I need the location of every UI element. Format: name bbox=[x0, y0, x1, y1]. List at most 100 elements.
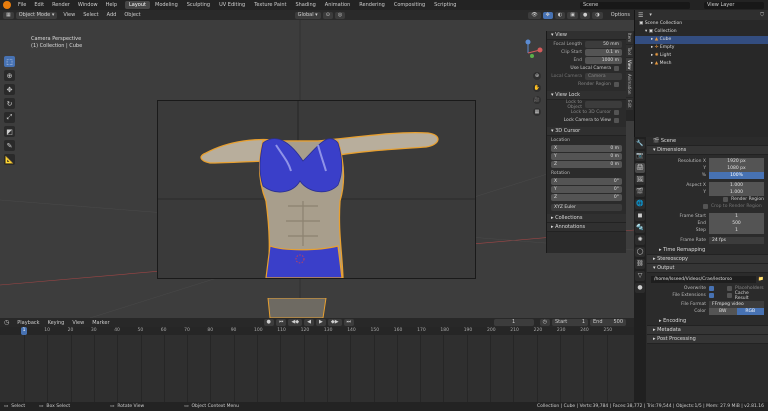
start-frame-field[interactable]: Start 1 bbox=[552, 319, 588, 326]
annotate-icon[interactable]: ✎ bbox=[4, 140, 15, 151]
outliner-cube[interactable]: ▸ ▲ Cube bbox=[635, 36, 768, 44]
file-format-field[interactable]: File Format FFmpeg video bbox=[651, 301, 764, 308]
rotation-mode-select[interactable]: XYZ Euler bbox=[551, 204, 622, 211]
time-remap-header[interactable]: ▸ Time Remapping bbox=[647, 246, 768, 255]
resolution-y-field[interactable]: Y 1080 px bbox=[651, 165, 764, 172]
clip-start-field[interactable]: Clip Start 0.1 m bbox=[551, 49, 622, 56]
collections-header[interactable]: ▸ Collections bbox=[547, 214, 626, 223]
cache-result-checkbox[interactable] bbox=[726, 293, 732, 298]
clip-end-field[interactable]: End 1000 m bbox=[551, 57, 622, 64]
clip-end-value[interactable]: 1000 m bbox=[585, 57, 622, 64]
color-rgb-button[interactable]: RGB bbox=[736, 308, 764, 315]
outliner-collection[interactable]: ▾ ▣ Collection bbox=[635, 28, 768, 36]
cursor-icon[interactable]: ⊕ bbox=[4, 70, 15, 81]
focal-length-field[interactable]: Focal Length 50 mm bbox=[551, 41, 622, 48]
crop-region-prop[interactable]: Crop to Render Region bbox=[651, 203, 764, 210]
res-pct-value[interactable]: 100% bbox=[709, 172, 764, 179]
folder-icon[interactable]: 📁 bbox=[758, 277, 764, 282]
menu-object[interactable]: Object bbox=[124, 12, 140, 18]
xray-icon[interactable]: ▣ bbox=[567, 11, 578, 19]
cursor-rot-z[interactable]: Z 0° bbox=[551, 194, 622, 201]
placeholders-checkbox[interactable] bbox=[727, 286, 732, 291]
file-format-value[interactable]: FFmpeg video bbox=[709, 301, 764, 308]
next-key-icon[interactable]: ◆▶ bbox=[327, 319, 342, 326]
tab-scripting[interactable]: Scripting bbox=[430, 1, 460, 9]
scene-tab-icon[interactable]: 🎬 bbox=[635, 187, 645, 197]
rotation-mode-value[interactable]: XYZ Euler bbox=[551, 204, 622, 211]
lock-to-object-field[interactable]: Lock to Object bbox=[551, 100, 622, 110]
scale-icon[interactable]: ⤢ bbox=[4, 112, 15, 123]
tab-shading[interactable]: Shading bbox=[291, 1, 319, 9]
filter-icon[interactable]: ⛉ bbox=[760, 12, 764, 18]
playhead[interactable]: 1 bbox=[21, 327, 27, 335]
torso-model[interactable] bbox=[158, 101, 475, 279]
cursor-rot-y[interactable]: Y 0° bbox=[551, 186, 622, 193]
current-frame-field[interactable]: 1 bbox=[493, 319, 534, 326]
view-layer-selector[interactable]: View Layer bbox=[704, 1, 764, 9]
annotations-header[interactable]: ▸ Annotations bbox=[547, 223, 626, 232]
tab-edit[interactable]: Edit bbox=[626, 97, 633, 110]
select-box-icon[interactable]: ⬚ bbox=[4, 56, 15, 67]
aspect-y-value[interactable]: 1.000 bbox=[709, 189, 764, 196]
play-reverse-icon[interactable]: ◀ bbox=[304, 319, 314, 326]
scene-selector[interactable]: Scene bbox=[580, 1, 690, 9]
metadata-header[interactable]: ▸ Metadata bbox=[647, 326, 768, 335]
frame-end-value[interactable]: 500 bbox=[709, 220, 764, 227]
pan-icon[interactable]: ✋ bbox=[533, 84, 541, 92]
transform-orientation[interactable]: Global ▾ bbox=[294, 11, 321, 19]
post-processing-header[interactable]: ▸ Post Processing bbox=[647, 335, 768, 344]
outliner-mesh[interactable]: ▸ ▲ Mesh bbox=[635, 60, 768, 68]
world-tab-icon[interactable]: 🌐 bbox=[635, 199, 645, 209]
output-path-field[interactable]: /home/lsseed/Videos/Crae/lestorso 📁 bbox=[651, 276, 764, 283]
frame-start-value[interactable]: 1 bbox=[709, 213, 764, 220]
menu-edit[interactable]: Edit bbox=[34, 2, 44, 8]
frame-rate-value[interactable]: 24 fps bbox=[709, 237, 764, 244]
tab-compositing[interactable]: Compositing bbox=[390, 1, 429, 9]
encoding-header[interactable]: ▸ Encoding bbox=[647, 317, 768, 326]
local-camera-value[interactable]: Camera bbox=[585, 73, 622, 80]
end-frame-field[interactable]: End 500 bbox=[590, 319, 626, 326]
lock-3d-cursor-checkbox[interactable] bbox=[614, 110, 619, 115]
menu-playback[interactable]: Playback bbox=[17, 320, 39, 326]
tab-rendering[interactable]: Rendering bbox=[355, 1, 389, 9]
menu-keying[interactable]: Keying bbox=[48, 320, 65, 326]
constraint-tab-icon[interactable]: ⛓ bbox=[635, 259, 645, 269]
res-y-value[interactable]: 1080 px bbox=[709, 165, 764, 172]
visibility-icon[interactable]: 👁 bbox=[528, 11, 541, 19]
render-region-prop-checkbox[interactable] bbox=[723, 197, 729, 202]
view-layer-tab-icon[interactable]: 🖼 bbox=[635, 175, 645, 185]
tab-texture-paint[interactable]: Texture Paint bbox=[250, 1, 290, 9]
shading-material-icon[interactable]: ◑ bbox=[592, 11, 603, 19]
modifier-tab-icon[interactable]: 🔩 bbox=[635, 223, 645, 233]
outliner-empty[interactable]: ▸ ✛ Empty bbox=[635, 44, 768, 52]
menu-file[interactable]: File bbox=[18, 2, 26, 8]
menu-add[interactable]: Add bbox=[107, 12, 117, 18]
aspect-y-field[interactable]: Y 1.000 bbox=[651, 189, 764, 196]
editor-type-icon[interactable]: ▦ bbox=[3, 11, 14, 19]
object-tab-icon[interactable]: ◼ bbox=[635, 211, 645, 221]
timeline-area[interactable]: 0102030405060708090100110120130140150160… bbox=[0, 327, 634, 402]
lock-camera-checkbox[interactable] bbox=[614, 118, 619, 123]
lock-to-object-value[interactable] bbox=[585, 101, 622, 108]
overwrite-checkbox[interactable] bbox=[709, 286, 714, 291]
focal-length-value[interactable]: 50 mm bbox=[585, 41, 622, 48]
navigation-gizmo[interactable] bbox=[516, 38, 546, 68]
lock-camera-to-view[interactable]: Lock Camera to View bbox=[551, 117, 622, 124]
use-local-camera-checkbox[interactable] bbox=[614, 66, 619, 71]
tab-animation-side[interactable]: Animation bbox=[626, 72, 633, 97]
overlay-icon[interactable]: ◐ bbox=[554, 11, 566, 19]
menu-view[interactable]: View bbox=[63, 12, 75, 18]
jump-start-icon[interactable]: ⏮ bbox=[275, 319, 287, 326]
frame-step-value[interactable]: 1 bbox=[709, 227, 764, 234]
rotate-icon[interactable]: ↻ bbox=[4, 98, 15, 109]
tab-tool[interactable]: Tool bbox=[626, 45, 633, 57]
3d-cursor-header[interactable]: ▾ 3D Cursor bbox=[547, 127, 626, 136]
render-region-prop[interactable]: Render Region bbox=[651, 196, 764, 203]
play-icon[interactable]: ▶ bbox=[315, 319, 326, 326]
tab-sculpting[interactable]: Sculpting bbox=[183, 1, 214, 9]
measure-icon[interactable]: 📐 bbox=[4, 154, 15, 165]
output-header[interactable]: ▾ Output bbox=[647, 264, 768, 273]
snap-icon[interactable]: ⊙ bbox=[322, 11, 333, 19]
dimensions-header[interactable]: ▾ Dimensions bbox=[647, 146, 768, 155]
menu-render[interactable]: Render bbox=[52, 2, 70, 8]
